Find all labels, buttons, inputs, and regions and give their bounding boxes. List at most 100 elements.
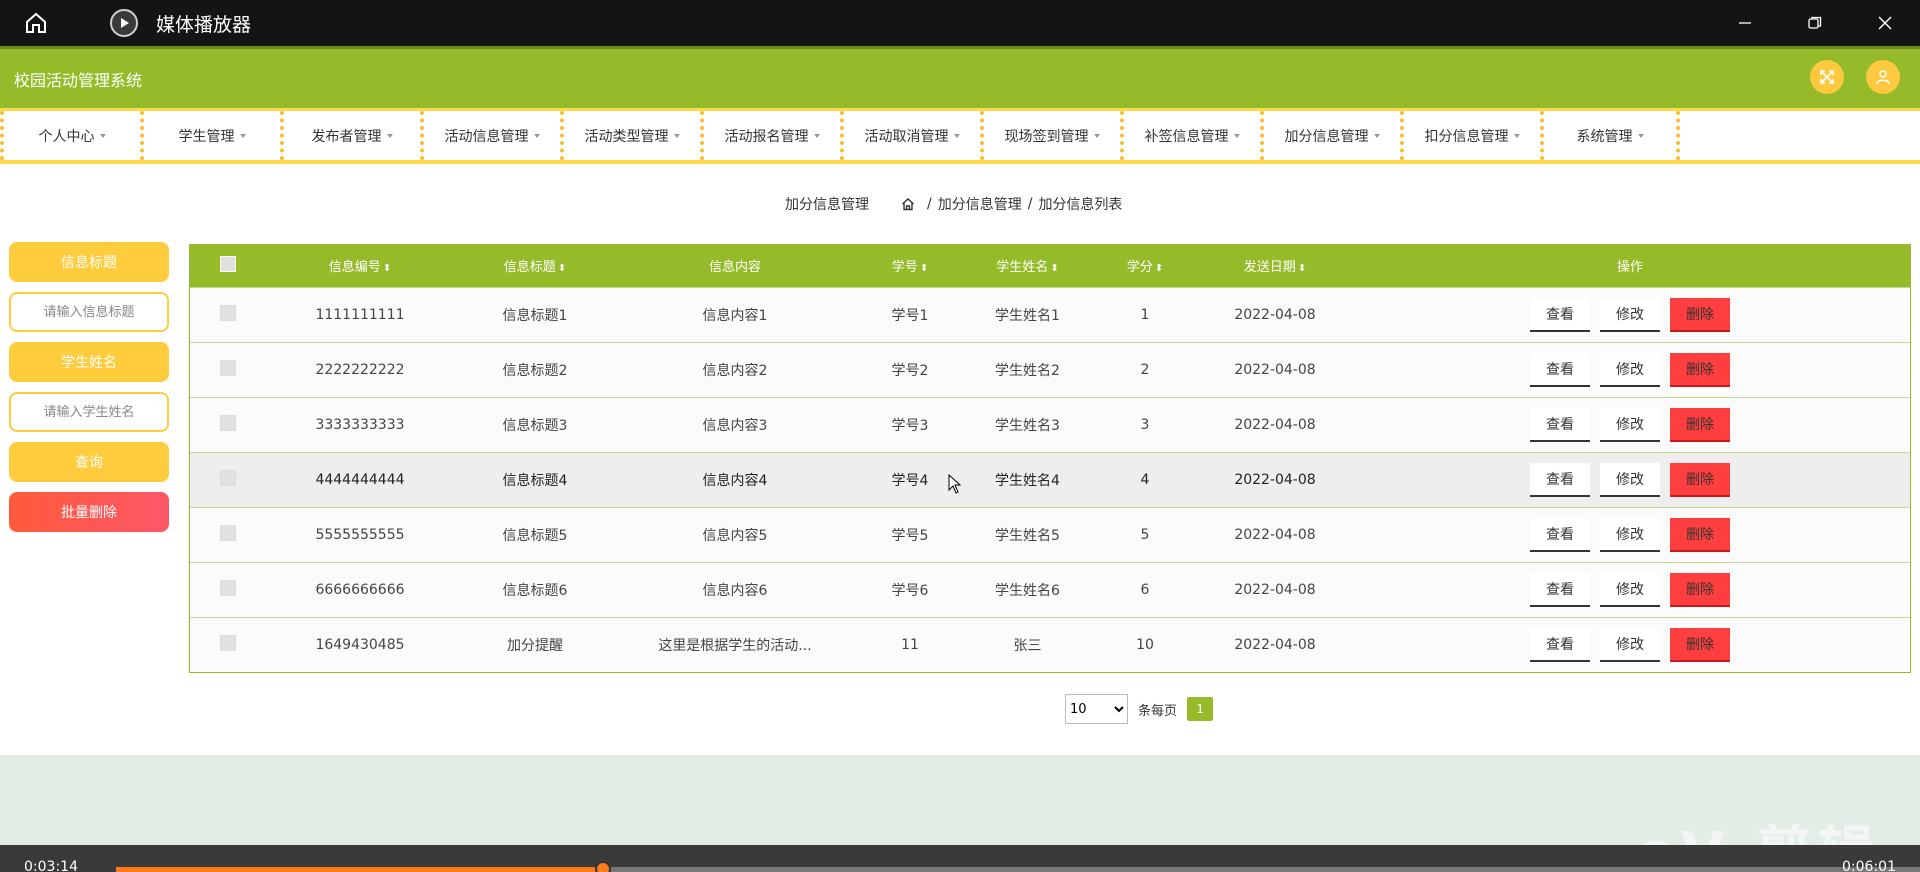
select-all-checkbox[interactable] [219,255,236,272]
current-time: 0:03:14 [24,859,78,872]
cell-info-title: 信息标题2 [502,362,568,379]
seek-bar[interactable] [116,861,1920,872]
nav-item-3[interactable]: 活动信息管理 [420,111,560,160]
caret-down-icon [1093,133,1100,138]
nav-item-4[interactable]: 活动类型管理 [560,111,700,160]
nav-item-2[interactable]: 发布者管理 [280,111,420,160]
cell-student-name: 学生姓名5 [995,527,1060,544]
nav-item-6[interactable]: 活动取消管理 [840,111,980,160]
caret-down-icon [533,133,540,138]
delete-button[interactable]: 删除 [1670,407,1730,442]
delete-button[interactable]: 删除 [1670,352,1730,387]
sort-icon[interactable]: ⬍ [558,263,566,274]
cell-info-content: 信息内容2 [702,362,768,379]
table-row: 3333333333 信息标题3 信息内容3 学号3 学生姓名3 3 2022-04-08 查… [190,397,1910,452]
nav-item-9[interactable]: 加分信息管理 [1260,111,1400,160]
header-student-name[interactable]: 学生姓名 ⬍ [965,245,1090,287]
header-send-date[interactable]: 发送日期 ⬍ [1200,245,1350,287]
row-checkbox[interactable] [219,414,236,431]
cell-student-id: 学号6 [891,582,929,599]
title-search-input[interactable] [9,292,169,332]
fullscreen-icon[interactable] [1810,60,1844,94]
nav-item-0[interactable]: 个人中心 [0,111,140,160]
row-checkbox[interactable] [219,579,236,596]
caret-down-icon [813,133,820,138]
restore-button[interactable] [1780,0,1850,46]
edit-button[interactable]: 修改 [1600,407,1660,442]
nav-item-1[interactable]: 学生管理 [140,111,280,160]
delete-button[interactable]: 删除 [1670,517,1730,552]
home-icon[interactable] [901,197,915,211]
minimize-button[interactable] [1710,0,1780,46]
edit-button[interactable]: 修改 [1600,517,1660,552]
cell-student-name: 学生姓名2 [995,362,1060,379]
home-icon[interactable] [24,11,48,35]
header-credit[interactable]: 学分 ⬍ [1090,245,1200,287]
header-info-id[interactable]: 信息编号 ⬍ [265,245,455,287]
table-row: 6666666666 信息标题6 信息内容6 学号6 学生姓名6 6 2022-04-08 查… [190,562,1910,617]
delete-button[interactable]: 删除 [1670,297,1730,332]
view-button[interactable]: 查看 [1530,517,1590,552]
row-checkbox[interactable] [219,304,236,321]
cell-actions: 查看 修改 删除 [1350,617,1910,672]
header-info-title[interactable]: 信息标题 ⬍ [455,245,615,287]
row-checkbox[interactable] [219,359,236,376]
caret-down-icon [1233,133,1240,138]
sort-icon[interactable]: ⬍ [1050,263,1058,274]
player-controls: 0:03:14 0:06:01 [0,845,1920,872]
cell-info-id: 2222222222 [315,361,405,378]
view-button[interactable]: 查看 [1530,627,1590,662]
delete-button[interactable]: 删除 [1670,462,1730,497]
title-filter-label: 信息标题 [9,242,169,282]
seek-bar-fill [116,867,604,872]
seek-handle[interactable] [595,861,612,872]
nav-item-11[interactable]: 系统管理 [1540,111,1680,160]
row-checkbox[interactable] [219,469,236,486]
cell-info-title: 信息标题3 [502,417,568,434]
sort-icon[interactable]: ⬍ [383,263,391,274]
user-icon[interactable] [1866,60,1900,94]
view-button[interactable]: 查看 [1530,572,1590,607]
close-button[interactable] [1850,0,1920,46]
query-button[interactable]: 查询 [9,442,169,482]
view-button[interactable]: 查看 [1530,352,1590,387]
sort-icon[interactable]: ⬍ [1155,263,1163,274]
delete-button[interactable]: 删除 [1670,572,1730,607]
header-actions: 操作 [1616,260,1643,276]
batch-delete-button[interactable]: 批量删除 [9,492,169,532]
edit-button[interactable]: 修改 [1600,352,1660,387]
sort-icon[interactable]: ⬍ [1298,263,1306,274]
table-row: 2222222222 信息标题2 信息内容2 学号2 学生姓名2 2 2022-04-08 查… [190,342,1910,397]
lower-area [0,755,1920,845]
header-student-id[interactable]: 学号 ⬍ [855,245,965,287]
name-search-input[interactable] [9,392,169,432]
cell-send-date: 2022-04-08 [1234,526,1316,543]
nav-item-5[interactable]: 活动报名管理 [700,111,840,160]
view-button[interactable]: 查看 [1530,297,1590,332]
view-button[interactable]: 查看 [1530,407,1590,442]
edit-button[interactable]: 修改 [1600,462,1660,497]
per-page-label: 条每页 [1138,703,1178,719]
row-checkbox[interactable] [219,524,236,541]
nav-item-7[interactable]: 现场签到管理 [980,111,1120,160]
row-checkbox[interactable] [219,634,236,651]
view-button[interactable]: 查看 [1530,462,1590,497]
window-controls [1710,0,1920,46]
cell-info-content: 信息内容5 [702,527,768,544]
page-size-select[interactable]: 10 [1065,694,1128,724]
edit-button[interactable]: 修改 [1600,572,1660,607]
breadcrumb-path-1[interactable]: 加分信息管理 [938,194,1022,214]
nav-item-10[interactable]: 扣分信息管理 [1400,111,1540,160]
nav-item-8[interactable]: 补签信息管理 [1120,111,1260,160]
cell-info-title: 信息标题1 [502,307,568,324]
breadcrumb-page-title: 加分信息管理 [785,197,869,213]
page-number-button[interactable]: 1 [1187,697,1214,721]
edit-button[interactable]: 修改 [1600,297,1660,332]
cell-info-id: 4444444444 [315,471,405,488]
delete-button[interactable]: 删除 [1670,627,1730,662]
table-row: 1649430485 加分提醒 这里是根据学生的活动... 11 张三 10 2022-04… [190,617,1910,672]
nav-item-label: 现场签到管理 [1004,128,1089,145]
edit-button[interactable]: 修改 [1600,627,1660,662]
sort-icon[interactable]: ⬍ [920,263,928,274]
cell-send-date: 2022-04-08 [1234,636,1316,653]
